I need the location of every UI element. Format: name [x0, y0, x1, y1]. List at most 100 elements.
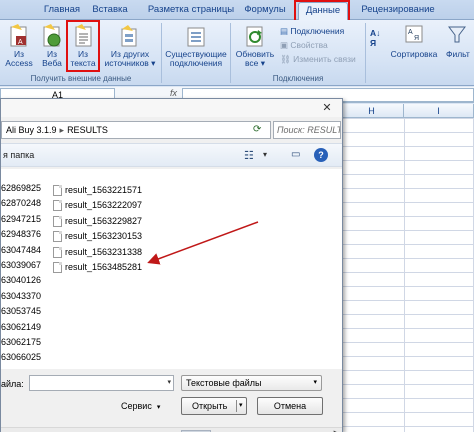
gridline — [340, 230, 474, 231]
list-item[interactable]: 63062175 — [1, 337, 41, 347]
file-item[interactable]: result_1563485281 — [53, 261, 163, 275]
properties-button[interactable]: ▣ Свойства — [280, 40, 328, 51]
from-other-sources-button[interactable]: Из других источников ▾ — [102, 24, 158, 68]
chevron-down-icon: ▾ — [148, 58, 156, 68]
split-divider — [236, 400, 237, 412]
from-web-line2: Веба — [42, 58, 62, 68]
sort-label: Сортировка — [390, 49, 438, 59]
file-name-label: айла: — [1, 379, 24, 389]
list-item[interactable]: 62870248 — [1, 198, 41, 208]
close-icon[interactable]: ✕ — [319, 102, 335, 114]
file-type-select[interactable]: Текстовые файлы ▾ — [181, 375, 322, 391]
gridline — [340, 314, 474, 315]
file-name-input[interactable]: ▾ — [29, 375, 174, 391]
file-item[interactable]: result_1563221571 — [53, 184, 163, 198]
address-bar[interactable]: Ali Buy 3.1.9 ▸ RESULTS — [1, 121, 271, 139]
cancel-button[interactable]: Отмена — [257, 397, 323, 415]
dialog-title-bar: ✕ — [1, 99, 342, 117]
file-item[interactable]: result_1563231338 — [53, 246, 163, 260]
open-file-dialog: ✕ Ali Buy 3.1.9▸RESULTS ⟳ Поиск: RESULTS… — [0, 98, 343, 432]
list-item[interactable]: 62869825 — [1, 183, 41, 193]
list-item[interactable]: 63040126 — [1, 275, 41, 285]
list-item[interactable]: 63039067 — [1, 260, 41, 270]
list-item[interactable]: 62948376 — [1, 229, 41, 239]
horizontal-scrollbar[interactable]: ▶ — [1, 427, 342, 432]
gridline — [340, 342, 474, 343]
text-file-icon — [53, 215, 62, 227]
tab-home[interactable]: Главная — [40, 2, 84, 20]
address-part-1[interactable]: Ali Buy 3.1.9 — [6, 125, 57, 135]
from-web-button[interactable]: Из Веба — [38, 24, 66, 68]
column-header-i[interactable]: I — [404, 104, 474, 118]
list-item[interactable]: 62947215 — [1, 214, 41, 224]
insert-function-button[interactable]: fx — [170, 88, 177, 98]
column-header-h[interactable]: H — [340, 104, 404, 118]
chevron-down-icon[interactable]: ▾ — [167, 378, 171, 386]
file-name: result_1563222097 — [65, 200, 143, 211]
list-item[interactable]: 63043370 — [1, 291, 41, 301]
gridline — [340, 146, 474, 147]
view-options-icon[interactable]: ☷ — [244, 149, 254, 162]
address-part-2[interactable]: RESULTS — [67, 125, 108, 135]
scroll-right-icon[interactable]: ▶ — [334, 428, 339, 432]
gridline — [340, 258, 474, 259]
refresh-location-icon[interactable]: ⟳ — [253, 124, 261, 135]
new-folder-button[interactable]: я папка — [3, 150, 34, 160]
access-db-icon: A — [10, 24, 27, 47]
gridline — [340, 300, 474, 301]
help-icon[interactable]: ? — [314, 148, 328, 162]
sort-az-icon: A↓ Я — [370, 28, 381, 48]
chevron-down-icon[interactable]: ▾ — [263, 150, 267, 159]
tab-page-layout[interactable]: Разметка страницы — [146, 2, 236, 20]
search-input[interactable]: Поиск: RESULTS — [273, 121, 341, 139]
sort-button[interactable]: A Я Сортировка — [388, 24, 440, 59]
text-file-icon — [53, 231, 62, 243]
list-item[interactable]: 63062149 — [1, 322, 41, 332]
list-item[interactable]: 63066025 — [1, 352, 41, 362]
list-item[interactable]: 63053745 — [1, 306, 41, 316]
group-separator — [161, 23, 162, 83]
tools-label: Сервис — [121, 401, 152, 411]
edit-links-button[interactable]: ⛓ Изменить связи — [280, 54, 356, 65]
tab-insert[interactable]: Вставка — [88, 2, 132, 20]
file-item[interactable]: result_1563230153 — [53, 230, 163, 244]
gridline — [340, 132, 474, 133]
file-item[interactable]: result_1563229827 — [53, 215, 163, 229]
group-separator — [230, 23, 231, 83]
svg-text:A: A — [408, 29, 413, 36]
group-separator — [365, 23, 366, 83]
sort-az-button[interactable]: A↓ Я — [370, 28, 380, 48]
tab-formulas[interactable]: Формулы — [240, 2, 290, 20]
refresh-all-button[interactable]: Обновить все ▾ — [234, 24, 276, 68]
file-type-value: Текстовые файлы — [186, 378, 262, 388]
edit-links-icon: ⛓ — [280, 54, 294, 64]
gridline — [340, 286, 474, 287]
gridline — [340, 398, 474, 399]
file-name: result_1563229827 — [65, 215, 143, 226]
file-item[interactable]: result_1563222097 — [53, 199, 163, 213]
filter-button[interactable]: Фильт — [446, 24, 474, 59]
preview-pane-icon[interactable]: ▭ — [291, 149, 300, 160]
tools-button[interactable]: Сервис ▾ — [121, 401, 160, 411]
text-file-icon — [53, 200, 62, 212]
refresh-all-line2: все — [244, 58, 259, 68]
tab-review[interactable]: Рецензирование — [356, 2, 440, 20]
open-button[interactable]: Открыть ▾ — [181, 397, 247, 415]
from-access-line2: Access — [5, 58, 33, 68]
chevron-down-icon: ▾ — [258, 58, 266, 68]
refresh-icon — [246, 26, 263, 47]
chevron-down-icon: ▾ — [313, 379, 317, 386]
chevron-down-icon[interactable]: ▾ — [239, 398, 243, 414]
gridline — [340, 174, 474, 175]
from-access-button[interactable]: A Из Access — [4, 24, 34, 68]
file-list-pane[interactable]: 62869825 62870248 62947215 62948376 63047484… — [1, 169, 342, 432]
text-file-icon — [53, 246, 62, 258]
existing-connections-button[interactable]: Существующие подключения — [164, 24, 228, 68]
web-globe-icon — [43, 24, 61, 47]
chevron-down-icon: ▾ — [156, 404, 161, 411]
svg-text:Я: Я — [414, 35, 419, 42]
from-other-sources-line2: источников — [104, 58, 149, 68]
connections-button[interactable]: ▤ Подключения — [280, 26, 344, 37]
properties-icon: ▣ — [280, 40, 291, 50]
list-item[interactable]: 63047484 — [1, 245, 41, 255]
